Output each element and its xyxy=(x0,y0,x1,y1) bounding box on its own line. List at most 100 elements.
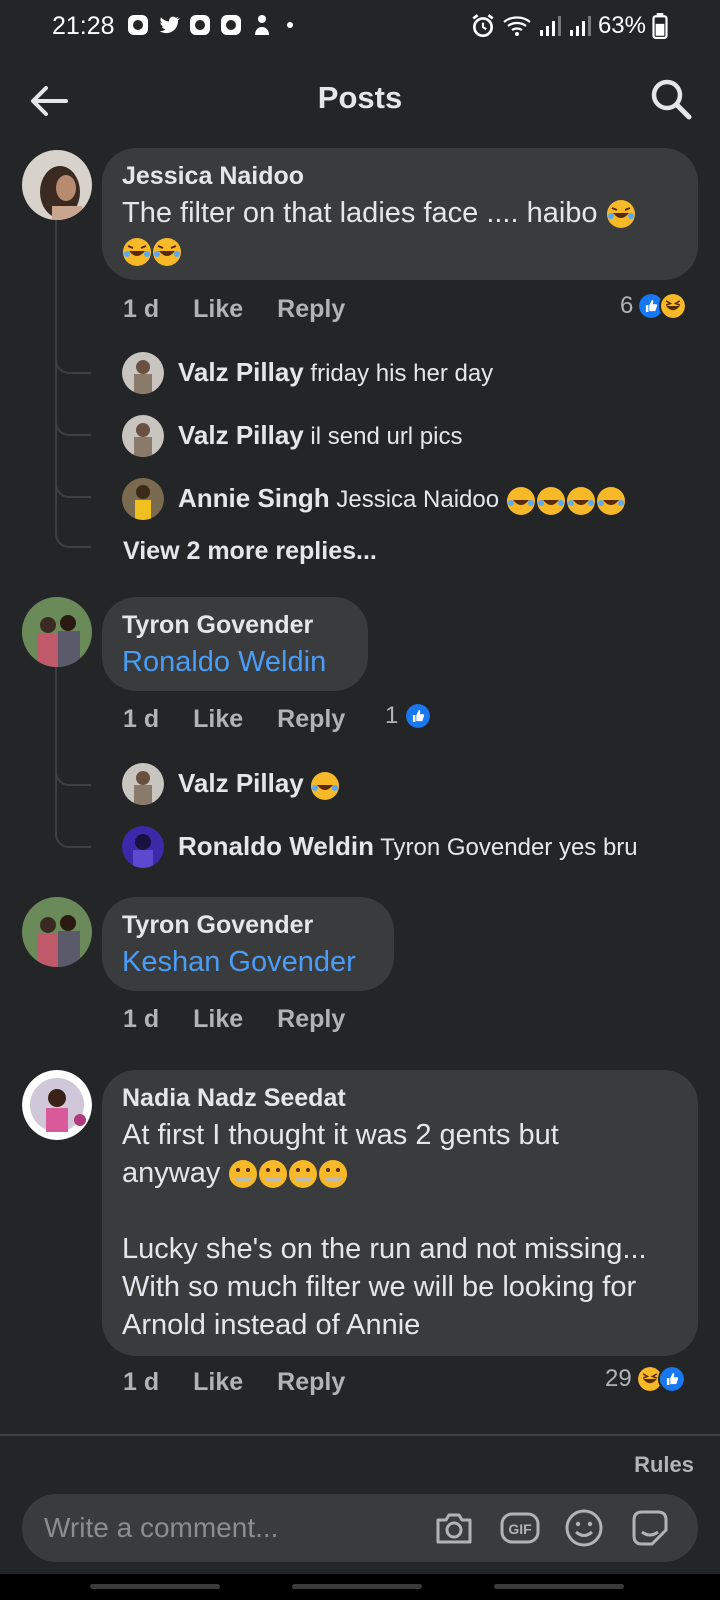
avatar[interactable] xyxy=(122,478,164,520)
thread-elbow xyxy=(55,340,91,374)
thread-elbow xyxy=(55,400,91,436)
status-bar: 21:28 63% xyxy=(0,0,720,52)
rofl-emoji-icon xyxy=(123,238,151,267)
comment-text: At first I thought it was 2 gents but an… xyxy=(122,1119,647,1341)
avatar[interactable] xyxy=(22,597,92,667)
comment-actions: 1 d Like Reply xyxy=(123,1005,345,1034)
nav-handle[interactable] xyxy=(292,1584,422,1589)
avatar[interactable] xyxy=(22,150,92,220)
reply-author[interactable]: Valz Pillay xyxy=(178,768,304,798)
rofl-emoji-icon xyxy=(506,486,535,515)
rofl-emoji-icon xyxy=(153,238,181,267)
reply-button[interactable]: Reply xyxy=(277,295,345,324)
zipper-mouth-emoji-icon xyxy=(259,1160,288,1189)
system-status-icons: 63% xyxy=(470,12,668,40)
page-title: Posts xyxy=(317,80,403,115)
reaction-count: 29 xyxy=(605,1365,632,1392)
gif-icon[interactable]: GIF xyxy=(498,1506,542,1550)
comment-author[interactable]: Jessica Naidoo xyxy=(122,162,678,190)
zipper-mouth-emoji-icon xyxy=(229,1160,258,1189)
like-reaction-icon xyxy=(657,1365,686,1393)
thread-line xyxy=(55,665,57,815)
svg-text:GIF: GIF xyxy=(508,1521,532,1537)
sticker-icon[interactable] xyxy=(628,1506,672,1550)
app-header: Posts xyxy=(0,60,720,140)
comment-author[interactable]: Tyron Govender xyxy=(122,911,374,939)
rofl-emoji-icon xyxy=(311,771,340,800)
reaction-summary[interactable]: 6 xyxy=(620,292,688,320)
battery-percent: 63% xyxy=(597,12,646,39)
reply-button[interactable]: Reply xyxy=(277,1368,345,1397)
zipper-mouth-emoji-icon xyxy=(319,1160,348,1189)
comment-bubble[interactable]: Tyron Govender Ronaldo Weldin xyxy=(102,597,368,691)
search-icon[interactable] xyxy=(648,76,694,122)
nav-handle[interactable] xyxy=(494,1584,624,1589)
reply-author[interactable]: Valz Pillay xyxy=(178,357,304,387)
reply-content: Valz Pillay friday his her day xyxy=(178,357,493,388)
comment-bubble[interactable]: Jessica Naidoo The filter on that ladies… xyxy=(102,148,698,280)
battery-icon xyxy=(652,13,668,39)
camera-icon[interactable] xyxy=(432,1506,476,1550)
reply-button[interactable]: Reply xyxy=(277,1005,345,1034)
view-more-replies-link[interactable]: View 2 more replies... xyxy=(123,537,377,566)
rofl-emoji-icon xyxy=(606,200,635,229)
comment-input[interactable] xyxy=(44,1512,404,1544)
avatar[interactable] xyxy=(122,763,164,805)
comment-author[interactable]: Nadia Nadz Seedat xyxy=(122,1084,678,1112)
reply-content: Annie Singh Jessica Naidoo xyxy=(178,483,626,516)
reaction-summary[interactable]: 1 xyxy=(385,702,433,730)
app-notification-icon xyxy=(128,15,148,35)
avatar[interactable] xyxy=(22,1070,92,1140)
mentioned-user-link[interactable]: Keshan Govender xyxy=(122,943,374,981)
avatar[interactable] xyxy=(122,415,164,457)
nav-handle[interactable] xyxy=(90,1584,220,1589)
comment-time: 1 d xyxy=(123,1005,160,1033)
mentioned-user-link[interactable]: Ronaldo Weldin xyxy=(122,643,348,681)
signal-icon xyxy=(569,16,591,36)
comment-actions: 1 d Like Reply xyxy=(123,295,345,324)
comment-time: 1 d xyxy=(123,705,160,733)
reply-author[interactable]: Valz Pillay xyxy=(178,420,304,450)
like-button[interactable]: Like xyxy=(193,295,243,324)
reaction-count: 1 xyxy=(385,702,399,729)
more-notifications-dot xyxy=(287,22,293,28)
like-button[interactable]: Like xyxy=(193,1368,243,1397)
reply-content: Valz Pillay il send url pics xyxy=(178,420,462,451)
rofl-emoji-icon xyxy=(536,486,565,515)
reply-button[interactable]: Reply xyxy=(277,705,345,734)
comment-time: 1 d xyxy=(123,1368,160,1396)
comment-time: 1 d xyxy=(123,295,160,323)
reply-text: friday his her day xyxy=(310,360,494,387)
thread-elbow xyxy=(55,750,91,786)
emoji-icon[interactable] xyxy=(562,1506,606,1550)
signal-icon xyxy=(539,16,561,36)
reply-author[interactable]: Annie Singh xyxy=(178,483,330,513)
like-button[interactable]: Like xyxy=(193,705,243,734)
avatar[interactable] xyxy=(122,352,164,394)
alarm-icon xyxy=(472,14,494,38)
thread-elbow xyxy=(55,510,91,548)
person-notification-icon xyxy=(255,15,269,35)
reply-author[interactable]: Ronaldo Weldin xyxy=(178,831,374,861)
rules-link[interactable]: Rules xyxy=(634,1452,694,1478)
avatar[interactable] xyxy=(122,826,164,868)
comment-composer: GIF xyxy=(22,1494,698,1562)
status-time: 21:28 xyxy=(52,12,115,40)
comment-actions: 1 d Like Reply xyxy=(123,1368,345,1397)
wifi-icon xyxy=(503,16,531,36)
composer-divider xyxy=(0,1434,720,1436)
system-navigation-bar xyxy=(0,1574,720,1600)
haha-reaction-icon xyxy=(659,292,688,320)
comment-bubble[interactable]: Nadia Nadz Seedat At first I thought it … xyxy=(102,1070,698,1356)
comment-bubble[interactable]: Tyron Govender Keshan Govender xyxy=(102,897,394,991)
like-button[interactable]: Like xyxy=(193,1005,243,1034)
app-notification-icon xyxy=(221,15,241,35)
reply-text: Jessica Naidoo xyxy=(336,486,500,513)
reply-text: Tyron Govender yes bru xyxy=(380,834,638,861)
reaction-summary[interactable]: 29 xyxy=(605,1365,686,1393)
avatar[interactable] xyxy=(22,897,92,967)
comment-author[interactable]: Tyron Govender xyxy=(122,611,348,639)
comment-actions: 1 d Like Reply xyxy=(123,705,345,734)
comment-text: The filter on that ladies face .... haib… xyxy=(122,194,678,270)
thread-elbow xyxy=(55,810,91,848)
